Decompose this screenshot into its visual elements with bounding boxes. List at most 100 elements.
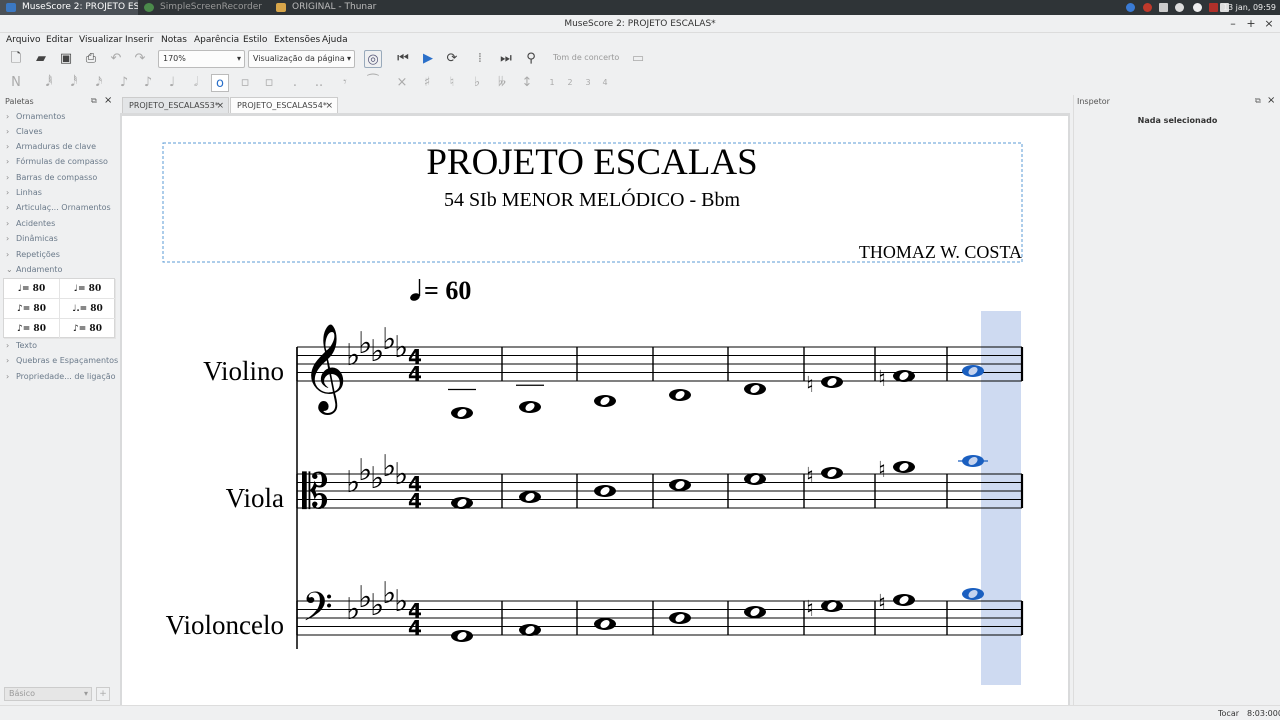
score-page[interactable]: PROJETO ESCALAS 54 SIb MENOR MELÓDICO - … (122, 116, 1068, 705)
minimize-button[interactable]: – (1226, 17, 1240, 31)
palette-acidentes[interactable]: › Acidentes (6, 219, 55, 228)
double-flat-icon[interactable]: 𝄫 (493, 74, 511, 92)
double-dot-icon[interactable]: .. (310, 74, 328, 92)
score-composer[interactable]: THOMAZ W. COSTA (859, 242, 1022, 262)
time-signatures[interactable]: 444444 (408, 345, 422, 640)
tempo-cell[interactable]: ♪= 80 (4, 299, 60, 319)
menu-notas[interactable]: Notas (161, 33, 187, 47)
note-breve-icon[interactable]: ▫ (236, 74, 254, 92)
new-score-icon[interactable]: 🗋 (7, 50, 25, 68)
pan-score-icon[interactable]: ⏭ (497, 50, 515, 68)
tie-icon[interactable]: ⁀ (364, 74, 382, 92)
tempo-cell[interactable]: ♪= 80 (4, 319, 60, 339)
redo-icon[interactable]: ↷ (131, 50, 149, 68)
play-icon[interactable]: ▶ (419, 50, 437, 68)
view-mode-select[interactable]: Visualização da página ▾ (248, 50, 355, 68)
score-subtitle[interactable]: 54 SIb MENOR MELÓDICO - Bbm (444, 187, 741, 211)
help-tray-icon[interactable] (1193, 3, 1202, 12)
note-half-icon[interactable]: ♩ (163, 74, 181, 92)
tempo-cell[interactable]: ♪= 80 (60, 319, 116, 339)
concert-pitch-toggle[interactable]: Tom de concerto (553, 53, 619, 62)
instrument-name-violino[interactable]: Violino (203, 356, 284, 386)
flip-direction-icon[interactable]: ↕ (518, 74, 536, 92)
palette-ornamentos[interactable]: › Ornamentos (6, 112, 65, 121)
menu-estilo[interactable]: Estilo (243, 33, 267, 47)
maximize-button[interactable]: + (1244, 17, 1258, 31)
tab-projeto-escalas54[interactable]: PROJETO_ESCALAS54* × (230, 97, 338, 113)
voice-2-button[interactable]: 2 (561, 74, 579, 92)
repeat-playback-icon[interactable]: ⁞ (471, 50, 489, 68)
flat-icon[interactable]: ♭ (468, 74, 486, 92)
tempo-cell[interactable]: ♩.= 80 (60, 299, 116, 319)
palette-propriedades[interactable]: › Propriedade... de ligação (6, 372, 116, 381)
bass-clef[interactable]: 𝄢 (302, 584, 333, 640)
double-sharp-icon[interactable]: × (393, 74, 411, 92)
score-title[interactable]: PROJETO ESCALAS (426, 142, 757, 183)
voice-3-button[interactable]: 3 (579, 74, 597, 92)
score-sheet[interactable]: PROJETO ESCALAS 54 SIb MENOR MELÓDICO - … (122, 116, 1068, 705)
float-panel-icon[interactable]: ⧉ (1255, 96, 1261, 106)
open-folder-icon[interactable]: ▰ (32, 50, 50, 68)
note-16th-icon[interactable]: 𝅘𝅥𝅯 (90, 74, 108, 92)
recording-tray-icon[interactable] (1209, 3, 1218, 12)
palette-barras[interactable]: › Barras de compasso (6, 173, 97, 182)
close-tab-icon[interactable]: × (216, 98, 224, 114)
notification-bell-icon[interactable] (1175, 3, 1184, 12)
menu-ajuda[interactable]: Ajuda (322, 33, 348, 47)
natural-icon[interactable]: ♮ (443, 74, 461, 92)
alto-clef[interactable]: 𝄡 (302, 464, 329, 520)
note-quarter-icon[interactable]: ♪ (139, 74, 157, 92)
loop-icon[interactable]: ⟳ (443, 50, 461, 68)
palette-texto[interactable]: › Texto (6, 341, 37, 350)
rest-icon[interactable]: 𝄾 (336, 74, 354, 92)
save-icon[interactable]: ▣ (57, 50, 75, 68)
taskbar-task-musescore[interactable]: MuseScore 2: PROJETO ESC... (0, 0, 138, 15)
voice-4-button[interactable]: 4 (596, 74, 614, 92)
instrument-name-viola[interactable]: Viola (226, 483, 284, 513)
tempo-cell[interactable]: ♩= 80 (4, 279, 60, 299)
close-window-button[interactable]: × (1262, 17, 1276, 31)
close-tab-icon[interactable]: × (325, 98, 333, 114)
note-64th-icon[interactable]: 𝅘𝅥𝅱 (40, 74, 58, 92)
update-tray-icon[interactable] (1143, 3, 1152, 12)
menu-arquivo[interactable]: Arquivo (6, 33, 40, 47)
close-panel-icon[interactable]: × (104, 95, 112, 106)
undo-icon[interactable]: ↶ (107, 50, 125, 68)
devices-tray-icon[interactable] (1159, 3, 1168, 12)
tempo-cell[interactable]: ♩= 80 (60, 279, 116, 299)
workspace-select[interactable]: Básico ▾ (4, 687, 92, 701)
note-32nd-icon[interactable]: 𝅘𝅥𝅰 (65, 74, 83, 92)
note-input-mode-icon[interactable]: N (7, 74, 25, 92)
float-panel-icon[interactable]: ⧉ (91, 96, 97, 106)
midi-input-icon[interactable]: ◎ (364, 50, 382, 68)
sharp-icon[interactable]: ♯ (418, 74, 436, 92)
metronome-icon[interactable]: ⚲ (522, 50, 540, 68)
palette-linhas[interactable]: › Linhas (6, 188, 42, 197)
treble-clef[interactable]: 𝄞 (302, 322, 347, 415)
tab-projeto-escalas53[interactable]: PROJETO_ESCALAS53* × (122, 97, 229, 113)
key-signatures[interactable]: ♭♭♭♭♭♭♭♭♭♭♭♭♭♭♭ (346, 322, 408, 627)
menu-editar[interactable]: Editar (46, 33, 73, 47)
palette-claves[interactable]: › Claves (6, 127, 43, 136)
note-whole-half-icon[interactable]: 𝅗𝅥 (187, 74, 205, 92)
note-eighth-icon[interactable]: ♪ (115, 74, 133, 92)
instrument-name-violoncelo[interactable]: Violoncelo (166, 610, 284, 640)
camera-icon[interactable]: ▭ (629, 50, 647, 68)
palette-formulas[interactable]: › Fórmulas de compasso (6, 157, 108, 166)
taskbar-task-recorder[interactable]: SimpleScreenRecorder (138, 0, 268, 15)
palette-repeticoes[interactable]: › Repetições (6, 250, 60, 259)
print-icon[interactable]: ⎙ (82, 50, 100, 68)
note-longa-icon[interactable]: ▫ (260, 74, 278, 92)
menu-aparencia[interactable]: Aparência (194, 33, 239, 47)
clock[interactable]: 13 jan, 09:59 (1223, 0, 1276, 15)
zoom-select[interactable]: 170% ▾ (158, 50, 245, 68)
augmentation-dot-icon[interactable]: . (286, 74, 304, 92)
voice-1-button[interactable]: 1 (543, 74, 561, 92)
menu-extensoes[interactable]: Extensões (274, 33, 320, 47)
palette-quebras[interactable]: › Quebras e Espaçamentos (6, 356, 118, 365)
add-workspace-button[interactable]: + (96, 687, 110, 701)
palette-andamento[interactable]: ⌄ Andamento (6, 265, 62, 274)
close-panel-icon[interactable]: × (1267, 95, 1275, 106)
rewind-icon[interactable]: ⏮ (394, 50, 412, 68)
palette-dinamicas[interactable]: › Dinâmicas (6, 234, 58, 243)
